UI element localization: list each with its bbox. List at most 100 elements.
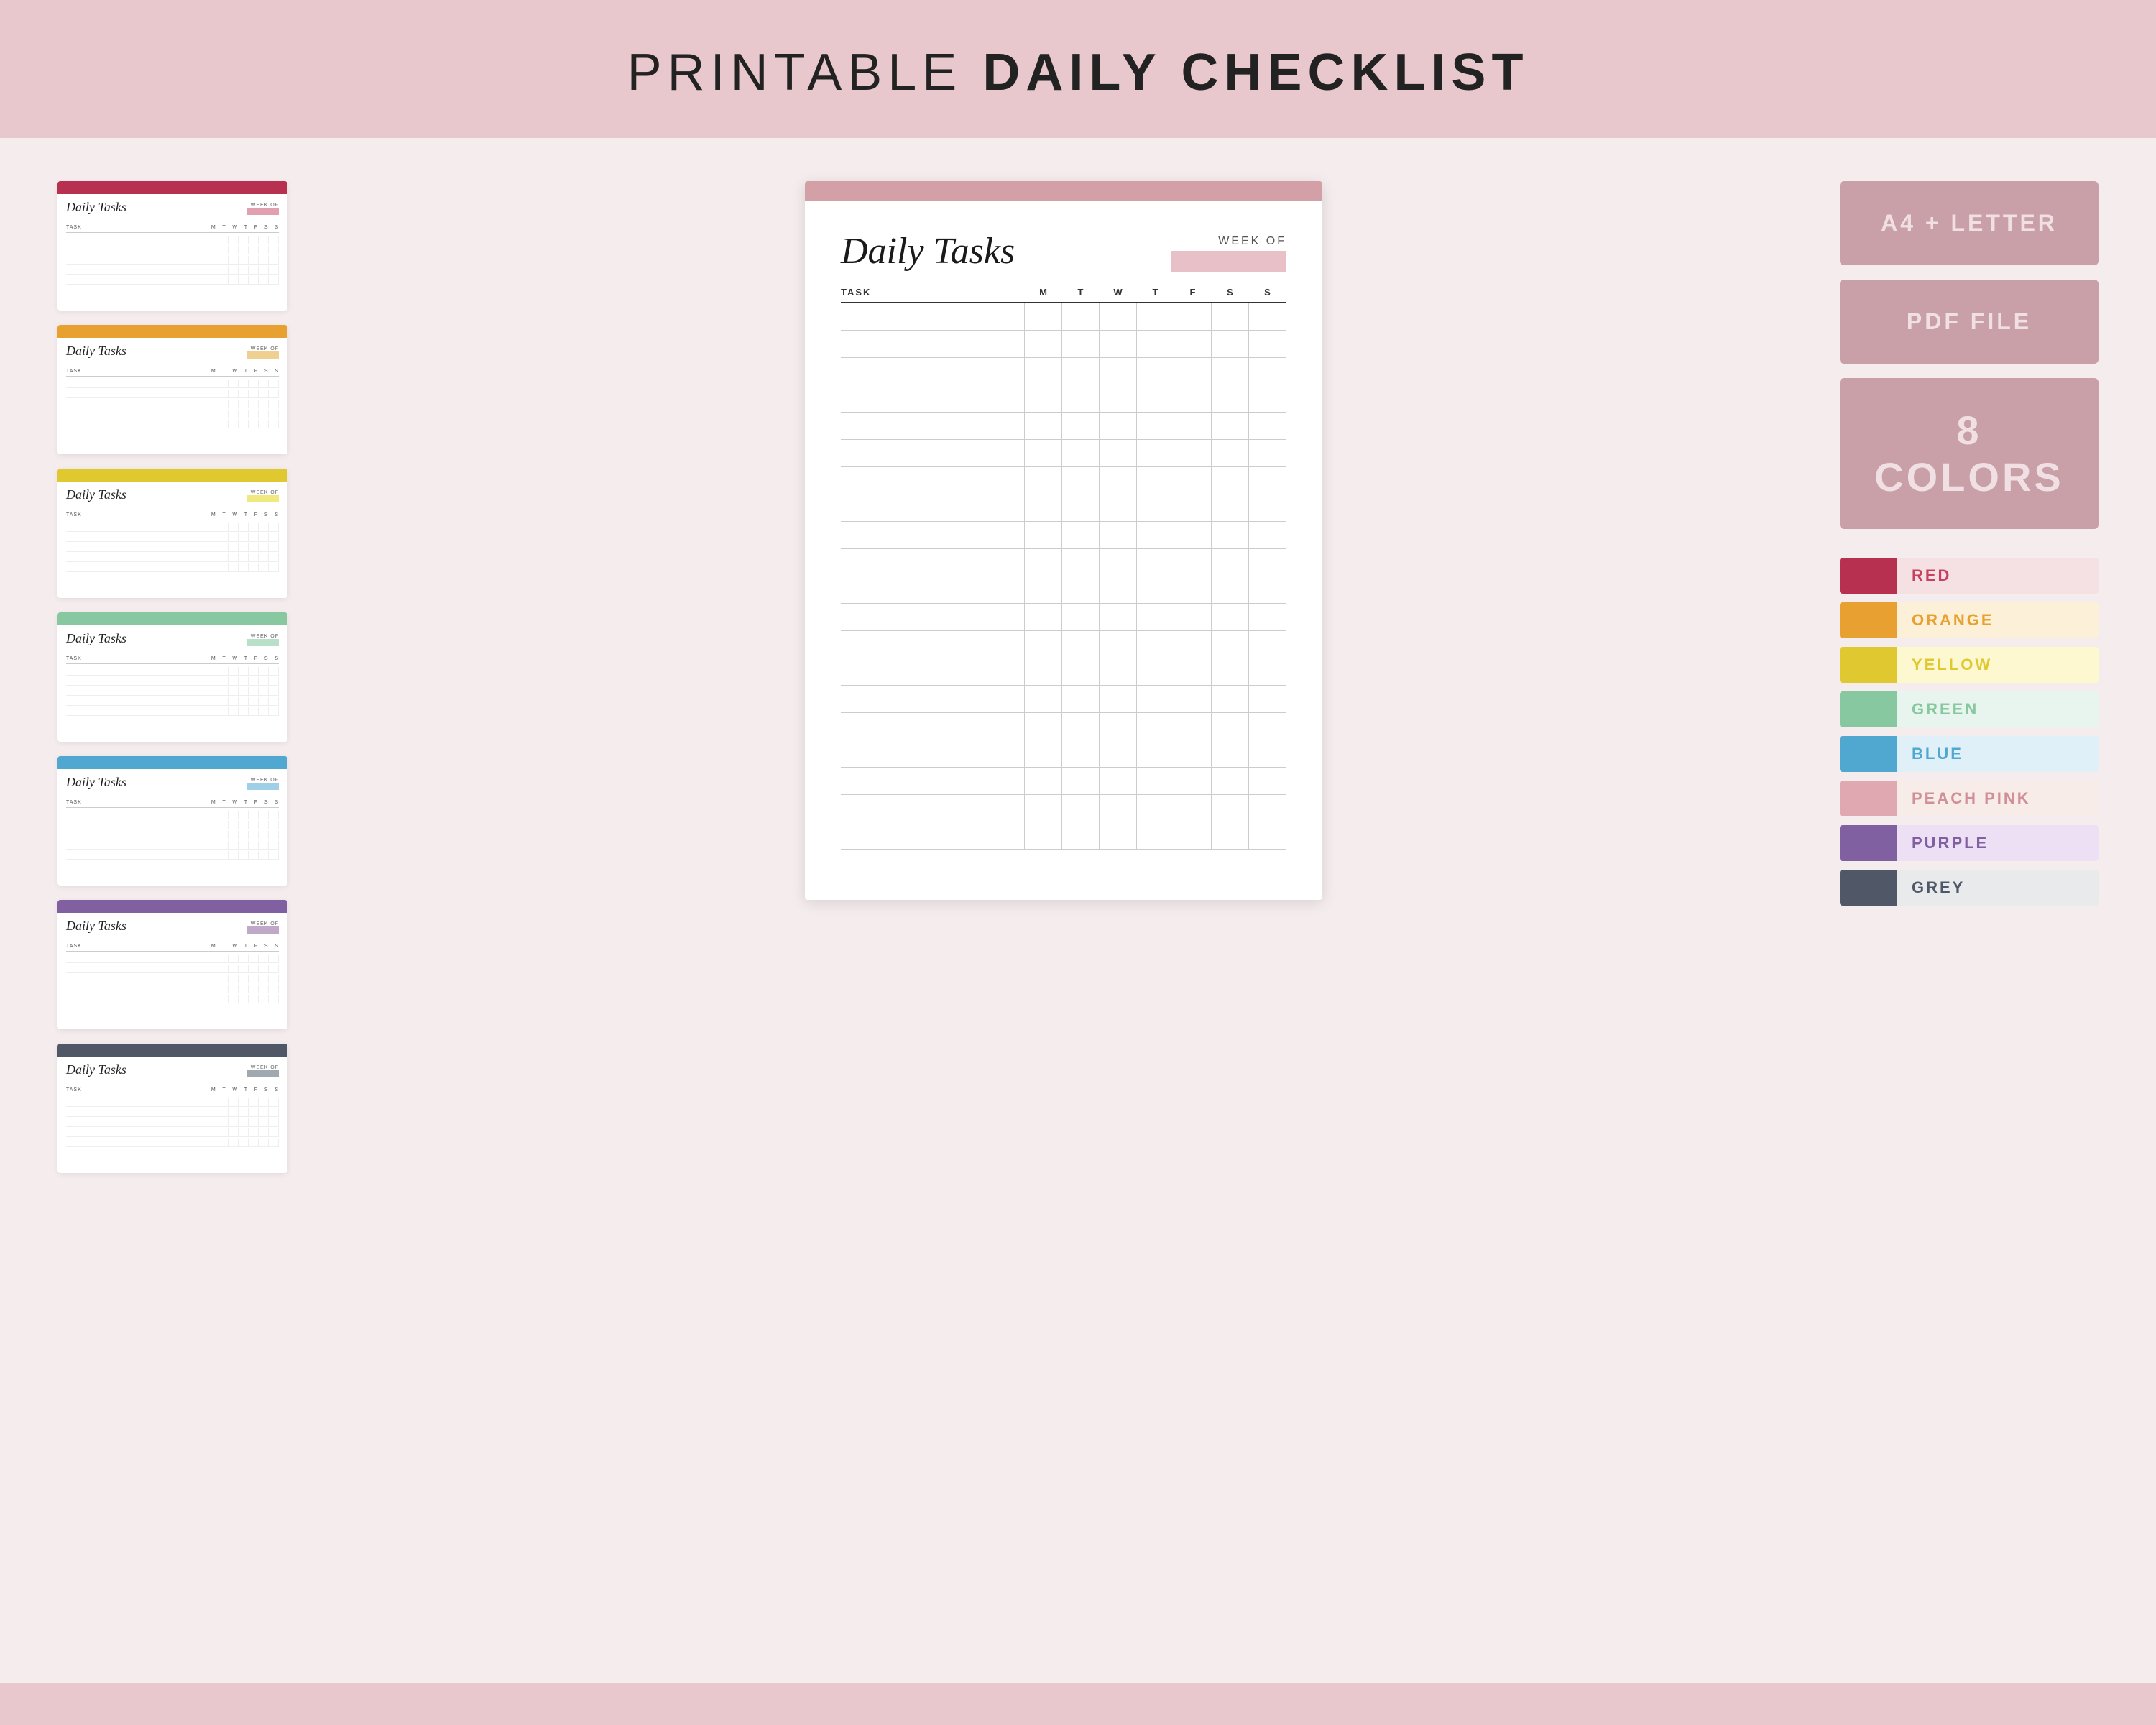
thumb-row-day xyxy=(218,831,229,839)
thumb-row-task xyxy=(66,400,208,408)
preview-grid-day-cell xyxy=(1212,768,1249,794)
preview-grid-task-cell xyxy=(841,576,1025,603)
thumb-row-day xyxy=(229,410,239,418)
thumb-row-day xyxy=(239,707,249,715)
thumb-week-box xyxy=(247,208,279,215)
colors-section: RED ORANGE YELLOW GREEN BLUE PEACH PINK … xyxy=(1840,558,2099,906)
thumb-row-day xyxy=(249,266,259,274)
preview-grid-day-cell xyxy=(1100,331,1137,357)
thumb-row xyxy=(66,400,279,408)
thumb-week-box xyxy=(247,926,279,934)
thumb-row-day xyxy=(269,276,279,284)
preview-grid-day-cell xyxy=(1249,467,1286,494)
thumb-row-day xyxy=(269,975,279,983)
thumb-row-day xyxy=(218,1118,229,1126)
thumb-row-day xyxy=(208,246,218,254)
thumb-task-label: TASK xyxy=(66,656,82,661)
thumb-row-day xyxy=(218,266,229,274)
thumb-header: Daily Tasks WEEK OF xyxy=(66,775,279,793)
preview-grid-task-cell xyxy=(841,467,1025,494)
preview-grid-row xyxy=(841,658,1286,686)
preview-grid-day-cell xyxy=(1137,768,1174,794)
preview-grid-day-cell xyxy=(1249,795,1286,822)
thumb-row-day xyxy=(239,687,249,695)
preview-grid-day-cell xyxy=(1025,795,1062,822)
preview-grid-row xyxy=(841,413,1286,440)
preview-grid-day-cell xyxy=(1062,686,1100,712)
thumb-row-day xyxy=(239,995,249,1003)
thumb-row-task xyxy=(66,831,208,839)
thumb-row-day xyxy=(259,420,269,428)
thumb-task-header: TASK M T W T F S S xyxy=(66,656,279,664)
thumb-row-day xyxy=(269,543,279,551)
preview-grid-day-cell xyxy=(1100,440,1137,466)
preview-grid-day-cell xyxy=(1025,467,1062,494)
preview-grid-day-cell xyxy=(1174,631,1212,658)
thumb-row xyxy=(66,697,279,706)
preview-grid-day-cell xyxy=(1025,385,1062,412)
thumb-row-day xyxy=(239,1118,249,1126)
preview-grid-day-cell xyxy=(1249,631,1286,658)
thumb-row-day xyxy=(218,523,229,531)
thumb-row-day xyxy=(239,1138,249,1146)
thumb-rows xyxy=(66,1098,279,1147)
preview-grid-day-cell xyxy=(1249,686,1286,712)
color-row-orange: ORANGE xyxy=(1840,602,2099,638)
thumb-row-day xyxy=(269,677,279,685)
thumb-header: Daily Tasks WEEK OF xyxy=(66,487,279,505)
preview-grid-day-cell xyxy=(1137,331,1174,357)
thumb-row-day xyxy=(249,553,259,561)
preview-grid-row xyxy=(841,522,1286,549)
thumbnail-card-3: Daily Tasks WEEK OF TASK M T W T F S S xyxy=(57,612,287,742)
preview-grid-day-cell xyxy=(1062,604,1100,630)
thumb-week-of: WEEK OF xyxy=(247,778,279,783)
preview-grid-day-cell xyxy=(1174,413,1212,439)
preview-grid-day-cell xyxy=(1137,686,1174,712)
thumb-row-day xyxy=(269,707,279,715)
thumb-row-day xyxy=(218,841,229,849)
thumb-task-header: TASK M T W T F S S xyxy=(66,512,279,520)
preview-grid-day-cell xyxy=(1062,331,1100,357)
thumb-row-day xyxy=(218,965,229,972)
preview-grid-day-cell xyxy=(1100,522,1137,548)
thumb-row-day xyxy=(259,533,269,541)
thumb-row-day xyxy=(269,1128,279,1136)
thumb-row-day xyxy=(229,821,239,829)
page-title: PRINTABLE DAILY CHECKLIST xyxy=(0,43,2156,102)
preview-grid-day-cell xyxy=(1212,440,1249,466)
thumb-week-area: WEEK OF xyxy=(247,921,279,934)
preview-day-col: T xyxy=(1137,287,1174,298)
preview-col-headers: TASK MTWTFSS xyxy=(841,287,1286,303)
thumb-week-area: WEEK OF xyxy=(247,1065,279,1077)
preview-grid-task-cell xyxy=(841,494,1025,521)
thumb-row-day xyxy=(259,236,269,244)
thumb-row-day xyxy=(239,256,249,264)
thumb-row-day xyxy=(218,420,229,428)
preview-grid-task-cell xyxy=(841,658,1025,685)
preview-grid-day-cell xyxy=(1249,713,1286,740)
preview-grid-day-cell xyxy=(1249,331,1286,357)
thumb-task-label: TASK xyxy=(66,225,82,230)
thumb-row-task xyxy=(66,667,208,675)
color-swatch-yellow xyxy=(1840,647,1897,683)
thumb-row-day xyxy=(259,1138,269,1146)
preview-grid-task-cell xyxy=(841,631,1025,658)
thumb-week-area: WEEK OF xyxy=(247,778,279,790)
thumb-top-bar xyxy=(57,756,287,769)
thumb-row-day xyxy=(218,1108,229,1116)
thumb-row-task xyxy=(66,236,208,244)
thumb-row-day xyxy=(208,543,218,551)
thumb-row xyxy=(66,523,279,532)
thumb-row-day xyxy=(218,687,229,695)
pdf-file-label: PDF FILE xyxy=(1907,308,2032,334)
thumb-row-day xyxy=(239,410,249,418)
thumb-row-task xyxy=(66,687,208,695)
thumb-day-labels: M T W T F S S xyxy=(211,656,279,661)
thumb-task-header: TASK M T W T F S S xyxy=(66,800,279,808)
preview-grid-day-cell xyxy=(1100,385,1137,412)
preview-grid-day-cell xyxy=(1212,331,1249,357)
preview-grid-day-cell xyxy=(1062,303,1100,330)
thumb-row-day xyxy=(239,266,249,274)
thumb-row-day xyxy=(229,236,239,244)
a4-letter-label: A4 + LETTER xyxy=(1881,210,2058,236)
